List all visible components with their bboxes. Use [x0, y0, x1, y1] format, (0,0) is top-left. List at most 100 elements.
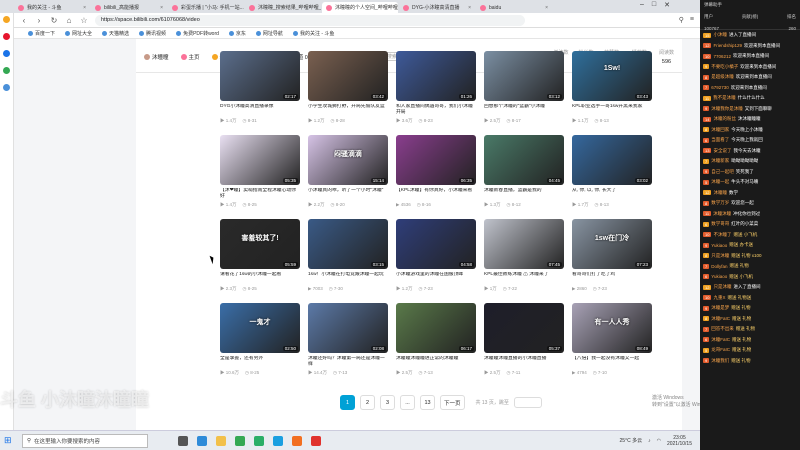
chat-tab-rank[interactable]: 贡献(榜) [742, 14, 759, 20]
video-card[interactable]: 04:58 小沐瞳游戏里的沐瞳在国服顶峰 ▶ 1.2万 ◷ 7-23 [396, 219, 476, 292]
tab-close-icon[interactable]: × [545, 5, 548, 11]
browser-icon[interactable] [3, 50, 10, 57]
chat-tab-user[interactable]: 用户 [704, 14, 713, 20]
video-thumbnail[interactable]: 03:42 [308, 51, 388, 101]
video-thumbnail[interactable]: 06:35 [396, 135, 476, 185]
video-card[interactable]: 一鬼才 02:50 全是掌握，还有另外 ▶ 10.6万 ◷ 8-25 [220, 303, 300, 376]
back-icon[interactable]: ‹ [20, 16, 28, 25]
stat-item[interactable]: 阅读数 596 [659, 49, 674, 67]
wechat-icon[interactable] [254, 435, 264, 446]
chat-nickname[interactable]: 不沐瞳了 [713, 232, 731, 238]
extension-icon[interactable]: ⚲ [679, 16, 684, 24]
chrome-icon[interactable] [235, 435, 245, 446]
video-thumbnail[interactable]: 03:15 [308, 219, 388, 269]
video-title[interactable]: DYG小沐瞳高清直播录像 [220, 104, 300, 116]
bookmark-item[interactable]: 网址导航 [256, 30, 283, 37]
username[interactable]: 沐瞳瞳 [144, 53, 169, 61]
chat-nickname[interactable]: 沐瞳回家 [711, 127, 729, 133]
video-thumbnail[interactable]: 害羞较其了! 05:59 [220, 219, 300, 269]
video-card[interactable]: 06:35 【KPL沐瞳】有你真好，小沐瞳来看 ▶ 4536 ◷ 8-16 [396, 135, 476, 208]
video-thumbnail[interactable]: 05:35 [220, 135, 300, 185]
chat-nickname[interactable]: Dollyfan [711, 264, 727, 269]
weather-text[interactable]: 25°C 多云 [620, 437, 643, 444]
video-title[interactable]: 【KPL沐瞳】有你真好，小沐瞳来看 [396, 188, 476, 200]
video-thumbnail[interactable]: 闷骚滴滴 15:14 [308, 135, 388, 185]
chat-nickname[interactable]: 小沐瞳 [713, 32, 727, 38]
bookmark-item[interactable]: 天猫精选 [102, 30, 129, 37]
video-thumbnail[interactable]: 03:02 [572, 135, 652, 185]
chat-tab-order[interactable]: 排名 [787, 14, 796, 20]
video-card[interactable]: 01:26 和人家直播间偶遇哥哥，我们小沐瞳开局 ▶ 3.6万 ◷ 8-23 [396, 51, 476, 124]
video-card[interactable]: 07:45 KPL最佳教练沐瞳 ⚠ 沐瞳来了 ▶ 1万 ◷ 7-22 [484, 219, 564, 292]
chat-nickname[interactable]: 6792730 [711, 85, 729, 90]
browser-tab[interactable]: baidu × [476, 2, 552, 13]
video-thumbnail[interactable]: 05:37 [484, 303, 564, 353]
task-view-icon[interactable] [178, 435, 188, 446]
video-card[interactable]: 03:12 回想那个沐瞳的"蓝霸"小沐瞳 ▶ 2.5万 ◷ 8-17 [484, 51, 564, 124]
video-title[interactable]: 小学生攻城狮打野，开局先偷队友蓝 [308, 104, 388, 116]
bookmark-item[interactable]: 免费PDF转word [176, 30, 219, 37]
chat-nickname[interactable]: 九重X [713, 295, 725, 301]
video-card[interactable]: 06:17 沐瞳瞳沐瞳瞳进正常的沐瞳瞳 ▶ 2.5万 ◷ 7-13 [396, 303, 476, 376]
download-icon[interactable] [3, 84, 10, 91]
video-card[interactable]: 1sw在门冷 07:23 看哥哥们打了吃了鸡 ▶ 2860 ◷ 7-23 [572, 219, 652, 292]
video-card[interactable]: 05:35 【沐❤瞳】卖萌指南全程沐瞳心动你好 ▶ 1.4万 ◷ 8-25 [220, 135, 300, 208]
bookmark-item[interactable]: 百度一下 [28, 30, 55, 37]
chat-nickname[interactable]: 沐瞳FaIC [711, 316, 730, 322]
bookmark-item[interactable]: 网址大全 [65, 30, 92, 37]
video-title[interactable]: 小沐瞳游戏里的沐瞳在国服顶峰 [396, 272, 476, 284]
page-button[interactable]: 13 [420, 395, 435, 410]
star-icon[interactable]: ☆ [80, 16, 88, 25]
video-card[interactable]: 03:42 小学生攻城狮打野，开局先偷队友蓝 ▶ 1.2万 ◷ 8-28 [308, 51, 388, 124]
page-button[interactable]: 3 [380, 395, 395, 410]
browser-tab[interactable]: 沐瞳瞳_搜索结果_哔哩哔哩_Bi...× [245, 2, 321, 13]
home-icon[interactable]: ⌂ [65, 16, 73, 25]
douyu-icon[interactable] [292, 435, 302, 446]
video-thumbnail[interactable]: 01:26 [396, 51, 476, 101]
video-thumbnail[interactable]: 04:58 [396, 219, 476, 269]
chat-nickname[interactable]: Yukiaoo [711, 243, 727, 248]
video-card[interactable]: 03:15 1sw！小沐瞳在打电竞跟沐瞳一起玩 ▶ 7003 ◷ 7-30 [308, 219, 388, 292]
video-title[interactable]: 沐瞳还好吗？沐瞳第一局还是沐瞳一样 [308, 356, 388, 368]
page-button[interactable]: 2 [360, 395, 375, 410]
chat-nickname[interactable]: 沐瞳的粉丝 [713, 116, 736, 122]
video-card[interactable]: 02:17 DYG小沐瞳高清直播录像 ▶ 1.4万 ◷ 8-31 [220, 51, 300, 124]
edge-icon[interactable] [197, 435, 207, 446]
tab-close-icon[interactable]: × [160, 5, 163, 11]
network-icon[interactable]: ◠ [657, 438, 661, 444]
taskbar-search[interactable]: ⚲ 在这里输入你要搜索的内容 [22, 433, 148, 448]
video-thumbnail[interactable]: 04:45 [484, 135, 564, 185]
favorites-icon[interactable] [3, 16, 10, 23]
video-title[interactable]: 请看花了1sw的小沐瞳一起看 [220, 272, 300, 284]
video-title[interactable]: 和人家直播间偶遇哥哥，我们小沐瞳开局 [396, 104, 476, 116]
video-title[interactable]: 沐瞳瞳沐瞳直播的小沐瞳直播 [484, 356, 564, 368]
browser-tab[interactable]: 沐瞳瞳的个人空间_哔哩哔哩_bi...× [322, 2, 398, 13]
video-title[interactable]: 1sw！小沐瞳在打电竞跟沐瞳一起玩 [308, 272, 388, 284]
qq-icon[interactable] [273, 435, 283, 446]
video-thumbnail[interactable]: 06:17 [396, 303, 476, 353]
chat-nickname[interactable]: Friendship129 [713, 43, 742, 48]
browser-tab[interactable]: 我的关注 - 斗鱼 × [14, 2, 90, 13]
video-title[interactable]: 小沐瞳真的乖，听了一个小时"沐瞳" [308, 188, 388, 200]
tab-close-icon[interactable]: × [468, 5, 471, 11]
chat-nickname[interactable]: 数学哥哥 [711, 221, 729, 227]
user-tab[interactable]: 主页 [180, 53, 200, 61]
next-page-button[interactable]: 下一页 [440, 395, 465, 410]
video-title[interactable]: KPL最佳教练沐瞳 ⚠ 沐瞳来了 [484, 272, 564, 284]
video-title[interactable]: 【八倍】我一起没有沐瞳又一起 [572, 356, 652, 368]
chat-nickname[interactable]: 只是沐瞳 [713, 284, 731, 290]
app-icon[interactable] [311, 435, 321, 446]
video-card[interactable]: 闷骚滴滴 15:14 小沐瞳真的乖，听了一个小时"沐瞳" ▶ 2.2万 ◷ 8-20 [308, 135, 388, 208]
chat-nickname[interactable]: 数学万岁 [711, 200, 729, 206]
bookmark-item[interactable]: 我的关注 - 斗鱼 [293, 30, 334, 37]
minimize-icon[interactable]: – [640, 1, 644, 9]
chat-nickname[interactable]: 沐瞳沐瞳 [713, 211, 731, 217]
video-card[interactable]: 1Sw! 03:43 KPL职业选手一哥1sw开黑来我家 ▶ 1.1万 ◷ 8-13 [572, 51, 652, 124]
video-card[interactable]: 03:02 从, 你, 以, 你, 长大了 ▶ 1.7万 ◷ 8-13 [572, 135, 652, 208]
video-title[interactable]: 看哥哥们打了吃了鸡 [572, 272, 652, 284]
forward-icon[interactable]: › [35, 16, 43, 25]
video-thumbnail[interactable]: 03:12 [484, 51, 564, 101]
video-thumbnail[interactable]: 02:08 [308, 303, 388, 353]
browser-tab[interactable]: 彩蛋乐播 | "小马: 手机一站...× [168, 2, 244, 13]
reload-icon[interactable]: ↻ [50, 16, 58, 25]
